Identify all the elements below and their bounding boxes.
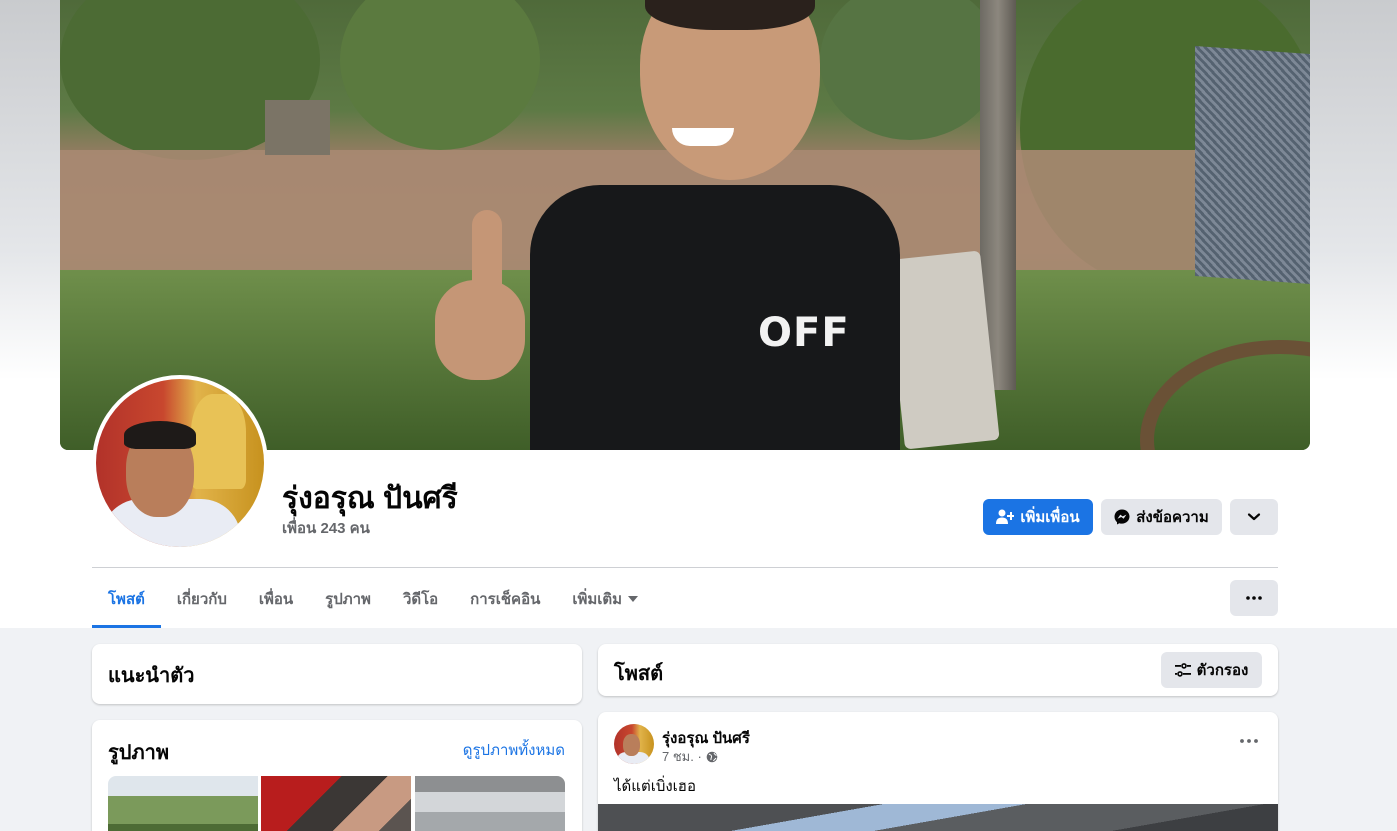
message-label: ส่งข้อความ [1136, 509, 1209, 526]
caret-down-icon [628, 596, 639, 602]
message-button[interactable]: ส่งข้อความ [1101, 499, 1222, 535]
tab-label: โพสต์ [108, 591, 145, 608]
more-dots-icon [1246, 596, 1262, 600]
cover-concrete-post [885, 250, 1000, 450]
more-dots-icon [1240, 739, 1258, 743]
posts-header-card: โพสต์ ตัวกรอง [598, 644, 1278, 696]
cover-net [1195, 45, 1310, 285]
post-card: รุ่งอรุณ ปันศรี 7 ชม. · ได้แต่เบิ่งเฮอ [598, 712, 1278, 831]
add-friend-label: เพิ่มเพื่อน [1020, 509, 1080, 526]
tab-photos[interactable]: รูปภาพ [309, 570, 387, 628]
post-image[interactable] [598, 804, 1278, 831]
tab-label: การเช็คอิน [470, 591, 541, 608]
cover-boy-smile [672, 128, 734, 146]
photo-thumbnail[interactable] [261, 776, 411, 831]
tab-label: เกี่ยวกับ [176, 591, 227, 608]
header-divider [92, 567, 1278, 568]
filter-label: ตัวกรอง [1196, 662, 1249, 679]
tab-friends[interactable]: เพื่อน [243, 570, 309, 628]
tab-label: รูปภาพ [325, 591, 371, 608]
post-author-avatar[interactable] [614, 724, 654, 764]
profile-tabs: โพสต์ เกี่ยวกับ เพื่อน รูปภาพ วิดีโอ การ… [92, 570, 654, 628]
post-text: ได้แต่เบิ่งเฮอ [614, 778, 696, 795]
cover-hut [265, 100, 330, 155]
post-options-button[interactable] [1240, 730, 1258, 748]
more-actions-button[interactable] [1230, 499, 1278, 535]
avatar-buddha-statue [191, 394, 246, 489]
photo-thumbnail[interactable] [108, 776, 258, 831]
tab-more[interactable]: เพิ่มเติม [556, 570, 654, 628]
tab-videos[interactable]: วิดีโอ [387, 570, 454, 628]
filter-button[interactable]: ตัวกรอง [1161, 652, 1262, 688]
cover-photo[interactable]: OFF [60, 0, 1310, 450]
avatar-hair [124, 421, 196, 449]
posts-title: โพสต์ [614, 663, 664, 685]
friends-count[interactable]: เพื่อน 243 คน [282, 516, 370, 540]
post-avatar-face [623, 734, 640, 756]
tab-label: เพื่อน [258, 591, 294, 608]
profile-name: รุ่งอรุณ ปันศรี [282, 482, 458, 515]
photos-card: รูปภาพ ดูรูปภาพทั้งหมด [92, 720, 582, 831]
tab-posts[interactable]: โพสต์ [92, 570, 161, 628]
messenger-icon [1114, 509, 1130, 525]
profile-avatar[interactable] [92, 375, 268, 551]
tab-label: วิดีโอ [402, 591, 439, 608]
intro-card: แนะนำตัว [92, 644, 582, 704]
post-meta: 7 ชม. · [662, 746, 718, 767]
avatar-photo [96, 379, 264, 547]
tab-label: เพิ่มเติม [572, 591, 623, 608]
intro-title: แนะนำตัว [108, 665, 195, 687]
add-friend-button[interactable]: เพิ่มเพื่อน [983, 499, 1093, 535]
globe-icon [706, 751, 718, 762]
post-timestamp[interactable]: 7 ชม. · [662, 746, 702, 767]
add-friend-icon [996, 509, 1015, 524]
cover-tree [820, 0, 1000, 140]
see-all-photos-link[interactable]: ดูรูปภาพทั้งหมด [463, 738, 565, 762]
tab-about[interactable]: เกี่ยวกับ [161, 570, 243, 628]
cover-shirt-text: OFF [758, 310, 850, 356]
cover-boy-thumb [472, 210, 502, 300]
filter-icon [1174, 663, 1191, 677]
photo-thumbnail[interactable] [415, 776, 565, 831]
tabs-options-button[interactable] [1230, 580, 1278, 616]
chevron-down-icon [1247, 513, 1261, 521]
photos-title: รูปภาพ [108, 742, 170, 764]
tab-checkins[interactable]: การเช็คอิน [454, 570, 556, 628]
cover-tree [340, 0, 540, 150]
